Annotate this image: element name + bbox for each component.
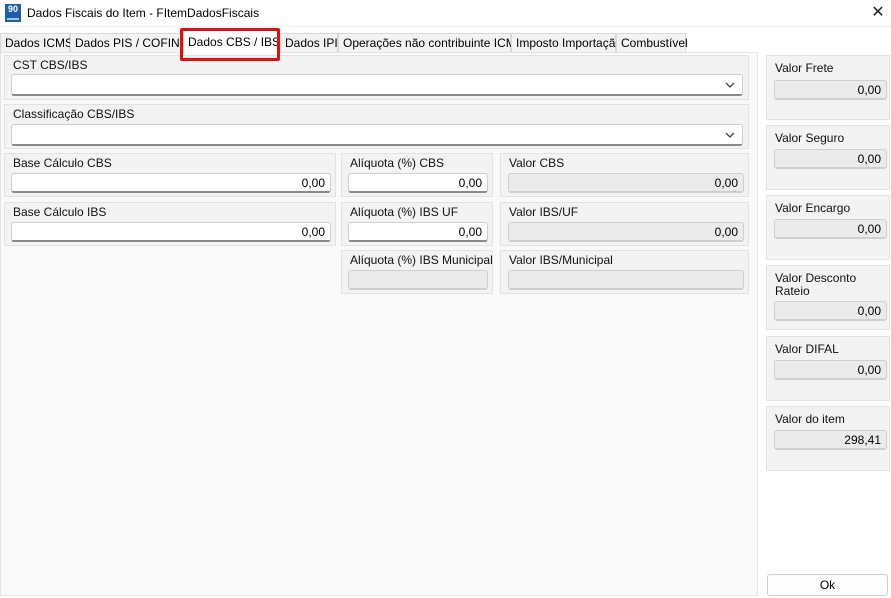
aliquota-cbs-label: Alíquota (%) CBS xyxy=(350,156,445,170)
classificacao-label: Classificação CBS/IBS xyxy=(13,107,135,121)
chevron-down-icon xyxy=(725,132,735,138)
close-icon[interactable]: ✕ xyxy=(868,3,888,23)
window-title: Dados Fiscais do Item - FItemDadosFiscai… xyxy=(27,6,260,20)
valor-encargo-group: Valor Encargo 0,00 xyxy=(766,195,890,260)
valor-desconto-rateio-field: 0,00 xyxy=(774,301,887,321)
base-ibs-group: Base Cálculo IBS 0,00 xyxy=(4,202,336,246)
aliquota-ibs-municipal-field xyxy=(348,270,488,290)
cst-select[interactable] xyxy=(11,74,743,96)
title-bar: 90 Dados Fiscais do Item - FItemDadosFis… xyxy=(0,0,891,27)
tab-operacoes-nao-contribuinte[interactable]: Operações não contribuinte ICMS xyxy=(338,33,524,52)
valor-frete-label: Valor Frete xyxy=(775,61,834,75)
valor-cbs-group: Valor CBS 0,00 xyxy=(500,153,749,197)
aliquota-ibs-uf-group: Alíquota (%) IBS UF 0,00 xyxy=(341,202,493,246)
aliquota-cbs-input[interactable]: 0,00 xyxy=(348,173,488,193)
classificacao-group: Classificação CBS/IBS xyxy=(4,104,749,149)
valor-difal-label: Valor DIFAL xyxy=(775,342,839,356)
valor-ibs-municipal-field xyxy=(508,270,744,290)
classificacao-select[interactable] xyxy=(11,124,743,146)
valor-do-item-label: Valor do item xyxy=(775,412,845,426)
valor-cbs-label: Valor CBS xyxy=(509,156,565,170)
valor-encargo-field: 0,00 xyxy=(774,219,887,239)
valor-ibs-municipal-group: Valor IBS/Municipal xyxy=(500,250,749,294)
aliquota-ibs-uf-input[interactable]: 0,00 xyxy=(348,222,488,242)
app-icon-label: 90 xyxy=(7,4,18,14)
tab-combustivel[interactable]: Combustível xyxy=(616,33,688,52)
base-cbs-group: Base Cálculo CBS 0,00 xyxy=(4,153,336,197)
valor-ibs-uf-label: Valor IBS/UF xyxy=(509,205,579,219)
valor-seguro-group: Valor Seguro 0,00 xyxy=(766,125,890,190)
aliquota-ibs-uf-label: Alíquota (%) IBS UF xyxy=(350,205,459,219)
tab-dados-cbs-ibs[interactable]: Dados CBS / IBS xyxy=(183,30,280,53)
tab-dados-pis-cofins[interactable]: Dados PIS / COFINS xyxy=(70,33,188,52)
valor-seguro-field: 0,00 xyxy=(774,149,887,169)
base-cbs-label: Base Cálculo CBS xyxy=(13,156,112,170)
app-icon-bar xyxy=(7,18,19,20)
cst-group: CST CBS/IBS xyxy=(4,55,749,100)
valor-do-item-group: Valor do item 298,41 xyxy=(766,406,890,471)
valor-desconto-rateio-group: Valor Desconto Rateio 0,00 xyxy=(766,265,890,330)
base-cbs-input[interactable]: 0,00 xyxy=(11,173,331,193)
base-ibs-input[interactable]: 0,00 xyxy=(11,222,331,242)
ok-button[interactable]: Ok xyxy=(767,574,888,596)
valor-seguro-label: Valor Seguro xyxy=(775,131,845,145)
valor-ibs-municipal-label: Valor IBS/Municipal xyxy=(509,253,613,267)
valor-frete-field: 0,00 xyxy=(774,80,887,100)
aliquota-ibs-municipal-label: Alíquota (%) IBS Municipal xyxy=(350,253,493,267)
valor-difal-field: 0,00 xyxy=(774,360,887,380)
valor-ibs-uf-group: Valor IBS/UF 0,00 xyxy=(500,202,749,246)
valor-cbs-field: 0,00 xyxy=(508,173,744,193)
chevron-down-icon xyxy=(725,82,735,88)
base-ibs-label: Base Cálculo IBS xyxy=(13,205,107,219)
cst-label: CST CBS/IBS xyxy=(13,58,88,72)
valor-desconto-rateio-label: Valor Desconto Rateio xyxy=(775,271,857,298)
tab-dados-ipi[interactable]: Dados IPI xyxy=(280,33,338,52)
valor-difal-group: Valor DIFAL 0,00 xyxy=(766,336,890,401)
valor-do-item-field: 298,41 xyxy=(774,430,887,450)
aliquota-ibs-municipal-group: Alíquota (%) IBS Municipal xyxy=(341,250,493,294)
app-icon: 90 xyxy=(5,4,21,22)
tab-strip: Dados ICMS Dados PIS / COFINS Dados CBS … xyxy=(0,30,760,53)
valor-frete-group: Valor Frete 0,00 xyxy=(766,55,890,120)
valor-encargo-label: Valor Encargo xyxy=(775,201,851,215)
tab-imposto-importacao[interactable]: Imposto Importação xyxy=(511,33,622,52)
tab-dados-icms[interactable]: Dados ICMS xyxy=(0,33,73,52)
valor-ibs-uf-field: 0,00 xyxy=(508,222,744,242)
aliquota-cbs-group: Alíquota (%) CBS 0,00 xyxy=(341,153,493,197)
